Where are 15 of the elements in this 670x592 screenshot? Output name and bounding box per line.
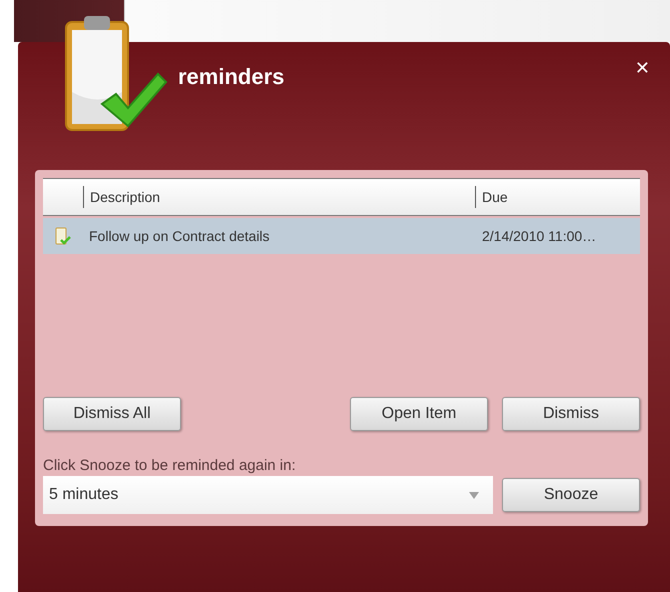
open-item-button[interactable]: Open Item [350,397,488,431]
reminder-due: 2/14/2010 11:00… [482,228,596,244]
dropdown-arrow-icon [469,492,479,498]
column-header[interactable]: Description [83,186,475,208]
reminder-description: Follow up on Contract details [89,228,270,244]
dismiss-button[interactable]: Dismiss [502,397,640,431]
snooze-dropdown[interactable]: 5 minutes [43,476,493,514]
snooze-label: Click Snooze to be reminded again in: [43,457,297,474]
close-button[interactable]: ✕ [632,56,652,81]
snooze-button[interactable]: Snooze [502,478,640,512]
column-header[interactable]: Due [475,186,640,208]
dismiss-all-button[interactable]: Dismiss All [43,397,181,431]
reminder-row[interactable]: Follow up on Contract details 2/14/2010 11:00… [43,218,640,254]
window-title: reminders [178,64,284,90]
clipboard-check-icon [55,226,71,246]
